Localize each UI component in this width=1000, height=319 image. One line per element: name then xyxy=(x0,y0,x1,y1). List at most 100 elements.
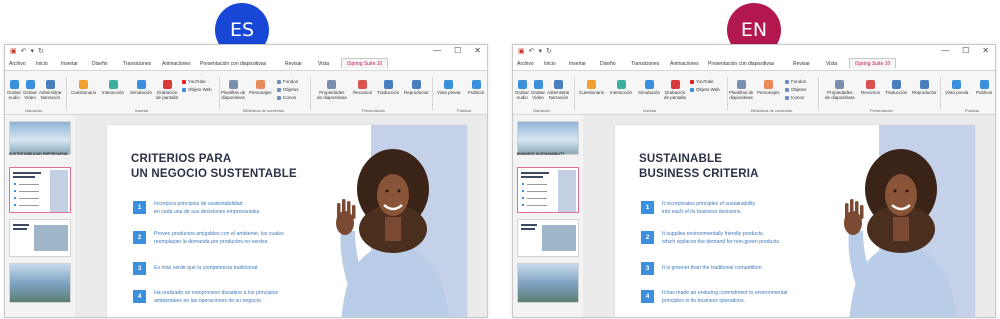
tab-vista[interactable]: Vista xyxy=(318,61,329,67)
record-audio-button[interactable]: Grabar Audio xyxy=(515,80,529,101)
maximize-icon[interactable]: ☐ xyxy=(454,46,461,55)
tab-transiciones[interactable]: Transiciones xyxy=(123,61,151,67)
manage-narration-button[interactable]: Administrar Narración xyxy=(547,80,570,101)
preview-button[interactable]: Vista previa xyxy=(437,80,460,96)
tab-diseno[interactable]: Diseño xyxy=(92,61,108,67)
slide-thumbnail-3[interactable] xyxy=(9,219,71,257)
maximize-icon[interactable]: ☐ xyxy=(962,46,969,55)
objects-button[interactable]: Objetos xyxy=(277,87,299,92)
player-button[interactable]: Reproductor xyxy=(404,80,429,96)
slide-thumbnail-panel[interactable]: BUSINESS SUSTAINABILITY xyxy=(513,115,583,317)
tab-revisar[interactable]: Revisar xyxy=(285,61,302,67)
tab-inicio[interactable]: Inicio xyxy=(544,61,556,67)
separator xyxy=(727,77,728,110)
tab-revisar[interactable]: Revisar xyxy=(793,61,810,67)
record-audio-button[interactable]: Grabar Audio xyxy=(7,80,21,101)
slide-templates-button[interactable]: Plantillas de diapositivas xyxy=(221,80,245,101)
simulation-button[interactable]: Simulación xyxy=(130,80,152,96)
redo-icon[interactable]: ↻ xyxy=(38,47,44,55)
backgrounds-button[interactable]: Fondos xyxy=(277,79,298,84)
slide-thumbnail-1[interactable] xyxy=(9,121,71,155)
tab-inicio[interactable]: Inicio xyxy=(36,61,48,67)
item-text: It supplies environmentally friendly pro… xyxy=(662,231,781,246)
record-video-button[interactable]: Grabar Video xyxy=(531,80,545,101)
quiz-label: Cuestionario xyxy=(579,90,605,95)
app-icon: ▣ xyxy=(10,48,17,55)
tab-vista[interactable]: Vista xyxy=(826,61,837,67)
resources-button[interactable]: Recursos xyxy=(861,80,880,96)
web-object-button[interactable]: Objeto Web xyxy=(690,87,720,92)
simulation-button[interactable]: Simulación xyxy=(638,80,660,96)
web-object-button[interactable]: Objeto Web xyxy=(182,87,212,92)
quiz-button[interactable]: Cuestionario xyxy=(71,80,96,96)
redo-icon[interactable]: ↻ xyxy=(546,47,552,55)
slide-thumbnail-1[interactable] xyxy=(517,121,579,155)
record-video-button[interactable]: Grabar Video xyxy=(23,80,37,101)
tab-transiciones[interactable]: Transiciones xyxy=(631,61,659,67)
dropdown-icon[interactable]: ▾ xyxy=(31,47,35,55)
characters-button[interactable]: Personajes xyxy=(249,80,272,96)
tab-ispring-suite[interactable]: iSpring Suite 10 xyxy=(849,58,897,69)
slide-properties-button[interactable]: Propiedades de diapositivas xyxy=(317,80,347,101)
youtube-button[interactable]: YouTube xyxy=(182,79,206,84)
quiz-button[interactable]: Cuestionario xyxy=(579,80,604,96)
tab-archivo[interactable]: Archivo xyxy=(517,61,534,67)
tab-presentacion[interactable]: Presentación con diapositivas xyxy=(200,61,266,67)
icons-label: Iconos xyxy=(791,95,805,100)
manage-narration-label-2: Narración xyxy=(548,94,569,100)
slide-properties-button[interactable]: Propiedades de diapositivas xyxy=(825,80,855,101)
slide-templates-button[interactable]: Plantillas de diapositivas xyxy=(729,80,753,101)
slide-thumbnail-3[interactable] xyxy=(517,219,579,257)
backgrounds-button[interactable]: Fondos xyxy=(785,79,806,84)
publish-button[interactable]: Publicar xyxy=(976,80,992,96)
tab-insertar[interactable]: Insertar xyxy=(569,61,586,67)
translation-button[interactable]: Traducción xyxy=(377,80,399,96)
slide-canvas[interactable]: SUSTAINABLE BUSINESS CRITERIA 1 It incor… xyxy=(615,125,975,317)
microphone-icon xyxy=(517,80,527,89)
close-icon[interactable]: ✕ xyxy=(982,46,989,55)
icons-button[interactable]: Iconos xyxy=(277,95,296,100)
slide-thumbnail-panel[interactable]: SUSTENTABILIDAD EMPRESARIAL xyxy=(5,115,75,317)
slide-canvas[interactable]: CRITERIOS PARA UN NEGOCIO SUSTENTABLE 1 … xyxy=(107,125,467,317)
manage-narration-button[interactable]: Administrar Narración xyxy=(39,80,62,101)
undo-icon[interactable]: ↶ xyxy=(529,47,535,55)
resources-button[interactable]: Recursos xyxy=(353,80,372,96)
dropdown-icon[interactable]: ▾ xyxy=(539,47,543,55)
backgrounds-label: Fondos xyxy=(791,79,807,84)
tab-ispring-suite[interactable]: iSpring Suite 10 xyxy=(341,58,389,69)
slide-title: CRITERIOS PARA UN NEGOCIO SUSTENTABLE xyxy=(131,152,297,181)
undo-icon[interactable]: ↶ xyxy=(21,47,27,55)
interaction-label: Interacción xyxy=(610,90,633,95)
tab-animaciones[interactable]: Animaciones xyxy=(162,61,191,67)
publish-button[interactable]: Publicar xyxy=(468,80,484,96)
group-publish-label: Publicar xyxy=(965,108,980,113)
youtube-button[interactable]: YouTube xyxy=(690,79,714,84)
characters-button[interactable]: Personajes xyxy=(757,80,780,96)
record-video-label-2: Video xyxy=(532,94,544,100)
play-icon xyxy=(952,80,962,89)
interaction-button[interactable]: Interacción xyxy=(610,80,632,96)
group-narration-label: Narración xyxy=(25,108,43,113)
preview-button[interactable]: Vista previa xyxy=(945,80,968,96)
screen-record-button[interactable]: Grabación de pantalla xyxy=(156,80,178,101)
tab-archivo[interactable]: Archivo xyxy=(9,61,26,67)
translation-button[interactable]: Traducción xyxy=(885,80,907,96)
slide-thumbnail-2[interactable] xyxy=(9,167,71,213)
minimize-icon[interactable]: — xyxy=(941,46,949,55)
objects-button[interactable]: Objetos xyxy=(785,87,807,92)
tab-diseno[interactable]: Diseño xyxy=(600,61,616,67)
slide-thumbnail-4[interactable] xyxy=(9,263,71,303)
slide-thumbnail-2[interactable] xyxy=(517,167,579,213)
screen-record-button[interactable]: Grabación de pantalla xyxy=(664,80,686,101)
tab-presentacion[interactable]: Presentación con diapositivas xyxy=(708,61,774,67)
slide-thumbnail-4[interactable] xyxy=(517,263,579,303)
close-icon[interactable]: ✕ xyxy=(474,46,481,55)
minimize-icon[interactable]: — xyxy=(433,46,441,55)
interaction-button[interactable]: Interacción xyxy=(102,80,124,96)
tab-insertar[interactable]: Insertar xyxy=(61,61,78,67)
icons-button[interactable]: Iconos xyxy=(785,95,804,100)
resources-icon xyxy=(358,80,367,89)
tab-animaciones[interactable]: Animaciones xyxy=(670,61,699,67)
player-button[interactable]: Reproductor xyxy=(912,80,937,96)
item-number: 2 xyxy=(133,231,146,244)
